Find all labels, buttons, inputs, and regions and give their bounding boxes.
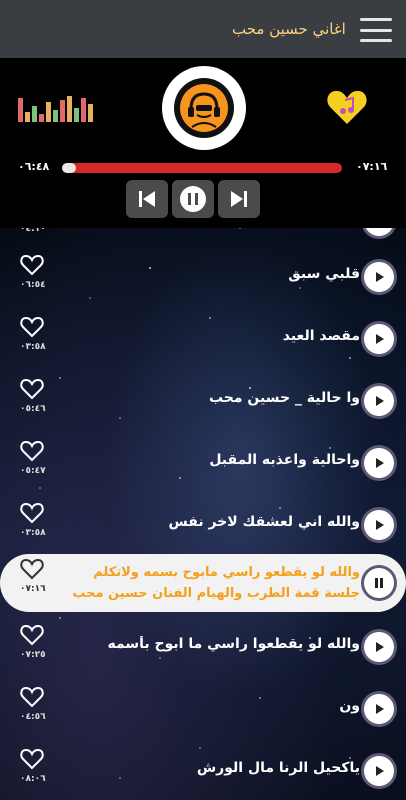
song-row[interactable]: ٠٦:٥٤ قلبي سبق: [0, 246, 406, 308]
song-duration: ٠٤:٥٦: [20, 712, 46, 722]
song-row[interactable]: ٠٣:٥٨ والله اني لعشقك لاخر نفس: [0, 494, 406, 556]
equalizer-icon[interactable]: [18, 92, 98, 122]
song-title: والله لو يقطعوا راسي ما ابوح بأسمه: [107, 636, 361, 652]
song-title: مقصد العيد: [282, 328, 360, 344]
song-duration: ٠٦:٥٤: [20, 280, 46, 290]
heart-outline-icon[interactable]: [20, 378, 44, 400]
song-row[interactable]: ٠٣:٥٨ مقصد العيد: [0, 308, 406, 370]
player-panel: ٠٦:٤٨ ٠٧:١٦: [0, 58, 406, 228]
play-song-button[interactable]: [364, 448, 394, 478]
heart-music-icon[interactable]: [326, 88, 368, 126]
pause-song-button[interactable]: [364, 568, 394, 598]
song-duration: ٠٥:٤٦: [20, 404, 46, 414]
song-duration: ٠٥:٤٧: [20, 466, 46, 476]
pause-icon: [375, 578, 383, 588]
play-icon: [376, 704, 384, 714]
song-duration: ٠٣:٥٨: [20, 342, 46, 352]
play-icon: [376, 396, 384, 406]
song-duration: ٠٨:٠٦: [20, 774, 46, 784]
play-icon: [376, 458, 384, 468]
play-song-button[interactable]: [364, 262, 394, 292]
heart-outline-icon[interactable]: [20, 254, 44, 276]
playback-controls: [126, 180, 260, 218]
play-icon: [376, 334, 384, 344]
play-song-button[interactable]: [364, 386, 394, 416]
heart-outline-icon[interactable]: [20, 748, 44, 770]
song-row[interactable]: ٠٧:٢٥ والله لو يقطعوا راسي ما ابوح بأسمه: [0, 616, 406, 678]
heart-outline-icon[interactable]: [20, 624, 44, 646]
skip-next-icon: [231, 191, 247, 207]
song-title: والله لو يقطعو راسي مابوح بسمه ولاتكلم ج…: [72, 565, 360, 601]
song-row[interactable]: ٠٧:١٦ والله لو يقطعو راسي مابوح بسمه ولات…: [0, 554, 406, 616]
play-song-button[interactable]: [364, 756, 394, 786]
heart-outline-icon[interactable]: [20, 686, 44, 708]
play-song-button[interactable]: [364, 694, 394, 724]
heart-outline-icon[interactable]: [20, 558, 44, 580]
progress-fill: [62, 163, 76, 173]
song-title: وا حالية _ حسين محب: [208, 390, 360, 406]
app-title: اغاني حسين محب: [232, 20, 346, 38]
song-title: واحالية واعذبه المقبل: [209, 452, 360, 468]
app-bar: اغاني حسين محب: [0, 0, 406, 58]
song-row[interactable]: ٠٤:٥٦ ون: [0, 678, 406, 740]
logo: [162, 66, 246, 150]
play-icon: [376, 520, 384, 530]
song-title: والله اني لعشقك لاخر نفس: [168, 514, 360, 530]
pause-icon: [180, 186, 206, 212]
elapsed-time: ٠٦:٤٨: [18, 160, 50, 173]
play-song-button[interactable]: [364, 324, 394, 354]
progress-bar[interactable]: [62, 163, 342, 173]
heart-outline-icon[interactable]: [20, 502, 44, 524]
play-icon: [376, 766, 384, 776]
song-list: ٠٤:١٠ ٠٦:٥٤ قلبي سبق ٠٣:٥٨ مقصد العيد ٠٥:٤٦ وا…: [0, 198, 406, 800]
previous-button[interactable]: [126, 180, 168, 218]
play-song-button[interactable]: [364, 632, 394, 662]
heart-outline-icon[interactable]: [20, 316, 44, 338]
play-icon: [376, 642, 384, 652]
next-button[interactable]: [218, 180, 260, 218]
song-duration: ٠٧:١٦: [20, 584, 46, 594]
heart-outline-icon[interactable]: [20, 440, 44, 462]
song-title: قلبي سبق: [288, 266, 360, 282]
song-row[interactable]: ٠٥:٤٧ واحالية واعذبه المقبل: [0, 432, 406, 494]
hamburger-icon[interactable]: [360, 18, 392, 42]
song-duration: ٠٧:٢٥: [20, 650, 46, 660]
pause-button[interactable]: [172, 180, 214, 218]
song-row[interactable]: ٠٨:٠٦ ياكحيل الرنا مال الورش: [0, 740, 406, 800]
song-row[interactable]: ٠٥:٤٦ وا حالية _ حسين محب: [0, 370, 406, 432]
skip-previous-icon: [139, 191, 155, 207]
song-title: ون: [339, 698, 360, 714]
play-song-button[interactable]: [364, 510, 394, 540]
play-icon: [376, 272, 384, 282]
total-time: ٠٧:١٦: [356, 160, 388, 173]
headphones-avatar-icon: [180, 84, 228, 132]
song-duration: ٠٣:٥٨: [20, 528, 46, 538]
song-title: ياكحيل الرنا مال الورش: [196, 760, 360, 776]
